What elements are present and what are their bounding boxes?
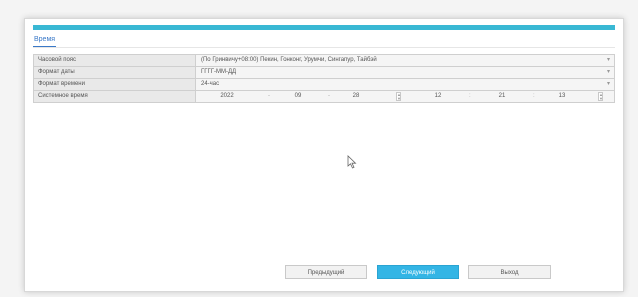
mouse-pointer-icon	[347, 155, 357, 174]
date-format-select[interactable]: ГГГГ-ММ-ДД ▾	[196, 67, 614, 78]
month-field[interactable]: 09	[288, 91, 308, 102]
exit-button[interactable]: Выход	[468, 265, 551, 279]
previous-button[interactable]: Предыдущий	[285, 265, 367, 279]
time-separator: :	[533, 93, 535, 99]
chevron-down-icon[interactable]: ▾	[607, 79, 610, 90]
next-button[interactable]: Следующий	[377, 265, 459, 279]
date-spinner-icon[interactable]: ▲ ▼	[396, 92, 401, 101]
date-format-label: Формат даты	[34, 67, 196, 78]
timezone-value: (По Гринвичу+08:00) Пекин, Гонконг, Урум…	[201, 57, 377, 63]
system-time-label: Системное время	[34, 91, 196, 102]
time-spinner-icon[interactable]: ▲ ▼	[598, 92, 603, 101]
datetime-fields: 2022 - 09 - 28 ▲ ▼ 12 : 21 : 13 ▲ ▼	[196, 91, 614, 102]
chevron-down-icon[interactable]: ▾	[607, 67, 610, 78]
time-format-select[interactable]: 24-час ▾	[196, 79, 614, 90]
timezone-label: Часовой пояс	[34, 55, 196, 66]
hour-field[interactable]: 12	[428, 91, 448, 102]
date-separator: -	[328, 93, 330, 99]
second-field[interactable]: 13	[552, 91, 572, 102]
day-field[interactable]: 28	[346, 91, 366, 102]
time-format-label: Формат времени	[34, 79, 196, 90]
time-settings-table: Часовой пояс (По Гринвичу+08:00) Пекин, …	[33, 54, 615, 103]
system-time-row: Системное время 2022 - 09 - 28 ▲ ▼ 12 : 2…	[33, 91, 615, 103]
timezone-select[interactable]: (По Гринвичу+08:00) Пекин, Гонконг, Урум…	[196, 55, 614, 66]
title-bar	[33, 25, 615, 30]
tab-divider	[33, 47, 615, 48]
time-separator: :	[469, 93, 471, 99]
setup-wizard-window: Время Часовой пояс (По Гринвичу+08:00) П…	[24, 18, 624, 292]
time-format-row: Формат времени 24-час ▾	[33, 79, 615, 91]
minute-field[interactable]: 21	[492, 91, 512, 102]
date-format-value: ГГГГ-ММ-ДД	[201, 69, 237, 75]
chevron-down-icon[interactable]: ▾	[607, 55, 610, 66]
date-format-row: Формат даты ГГГГ-ММ-ДД ▾	[33, 67, 615, 79]
timezone-row: Часовой пояс (По Гринвичу+08:00) Пекин, …	[33, 55, 615, 67]
time-format-value: 24-час	[201, 81, 220, 87]
system-time-editor: 2022 - 09 - 28 ▲ ▼ 12 : 21 : 13 ▲ ▼	[196, 91, 614, 102]
date-separator: -	[268, 93, 270, 99]
year-field[interactable]: 2022	[214, 91, 240, 102]
tab-time[interactable]: Время	[33, 36, 57, 47]
